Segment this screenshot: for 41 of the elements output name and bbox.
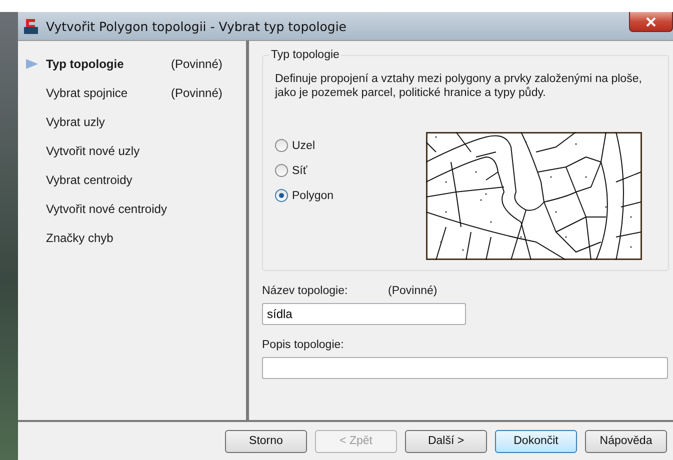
app-icon bbox=[22, 17, 40, 35]
radio-label: Polygon bbox=[292, 190, 334, 202]
radio-button[interactable] bbox=[275, 189, 288, 202]
field-label: Popis topologie: bbox=[262, 339, 345, 351]
description-input[interactable] bbox=[262, 357, 668, 379]
radio-label: Uzel bbox=[292, 140, 316, 152]
name-input[interactable]: sídla bbox=[262, 303, 466, 325]
required-note: (Povinné) bbox=[171, 86, 222, 100]
close-button[interactable] bbox=[629, 12, 673, 32]
step-label: Vybrat spojnice bbox=[46, 86, 129, 100]
radio-option[interactable]: Síť bbox=[275, 161, 334, 180]
radio-option[interactable]: Uzel bbox=[275, 136, 334, 155]
dialog-button[interactable]: Storno bbox=[225, 430, 307, 452]
group-title: Typ topologie bbox=[269, 49, 342, 61]
step-item[interactable]: Vytvořit nové centroidy bbox=[18, 194, 246, 223]
step-item[interactable]: Typ topologie (Povinné) bbox=[18, 49, 246, 78]
radio-button[interactable] bbox=[275, 139, 288, 152]
dialog-button[interactable]: Nápověda bbox=[585, 430, 667, 452]
step-label: Vybrat uzly bbox=[46, 114, 106, 128]
step-label: Typ topologie bbox=[46, 56, 125, 70]
step-item[interactable]: Vybrat centroidy bbox=[18, 165, 246, 194]
step-label: Vybrat centroidy bbox=[46, 172, 134, 186]
dialog-button[interactable]: Dokončit bbox=[495, 430, 577, 452]
description-text: Definuje propojení a vztahy mezi polygony a prvky založenými na ploše, jako je pozemek parcel, politické hranice a typy půdy. bbox=[275, 72, 643, 100]
current-step-icon bbox=[26, 58, 38, 70]
close-icon bbox=[646, 16, 656, 26]
radio-button[interactable] bbox=[275, 164, 288, 177]
step-item[interactable]: Značky chyb bbox=[18, 223, 246, 252]
step-item[interactable]: Vytvořit nové uzly bbox=[18, 136, 246, 165]
field-label: Název topologie: bbox=[262, 285, 349, 297]
step-item[interactable]: Vybrat spojnice (Povinné) bbox=[18, 78, 246, 107]
radio-option[interactable]: Polygon bbox=[275, 186, 334, 205]
required-note: (Povinné) bbox=[388, 285, 438, 297]
step-item[interactable]: Vybrat uzly bbox=[18, 107, 246, 136]
required-note: (Povinné) bbox=[171, 56, 222, 70]
step-label: Vytvořit nové uzly bbox=[46, 144, 141, 158]
radio-label: Síť bbox=[292, 164, 308, 176]
step-label: Vytvořit nové centroidy bbox=[46, 202, 168, 216]
dialog-button[interactable]: Další > bbox=[405, 430, 487, 452]
step-label: Značky chyb bbox=[46, 230, 114, 244]
window-title: Vytvořit Polygon topologii - Vybrat typ topologie bbox=[46, 18, 347, 34]
